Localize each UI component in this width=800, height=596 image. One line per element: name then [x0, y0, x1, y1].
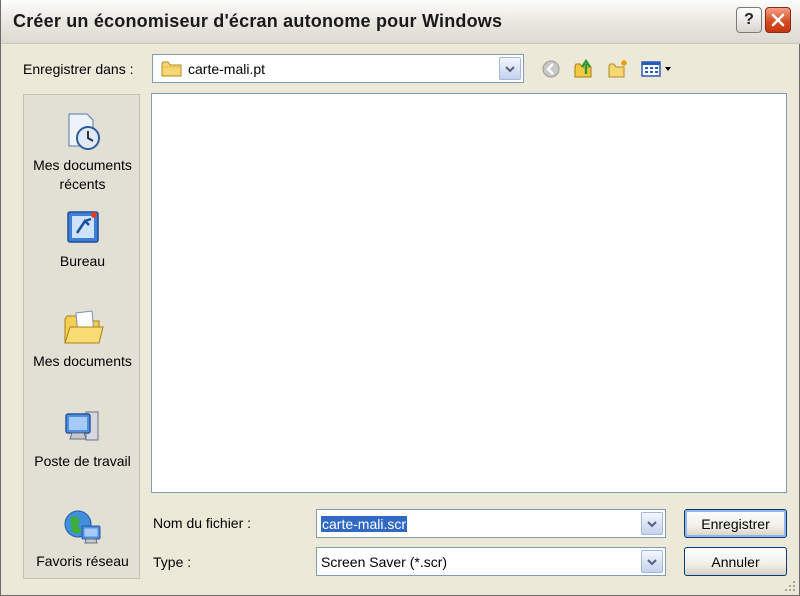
- close-button[interactable]: [765, 7, 791, 33]
- new-folder-icon: [608, 60, 627, 78]
- up-folder-icon: [574, 58, 592, 78]
- help-icon: ?: [744, 11, 754, 28]
- save-in-value: carte-mali.pt: [188, 61, 266, 77]
- cancel-button[interactable]: Annuler: [684, 547, 787, 576]
- view-menu-icon: [641, 61, 671, 77]
- place-label: Poste de travail: [34, 453, 131, 469]
- new-folder-button[interactable]: [605, 57, 631, 81]
- place-network[interactable]: Favoris réseau: [24, 505, 141, 571]
- my-documents-icon: [63, 310, 104, 344]
- view-menu-button[interactable]: [638, 57, 676, 81]
- chevron-down-icon: [505, 65, 515, 72]
- place-label: Mes documents: [33, 353, 132, 369]
- up-folder-button[interactable]: [571, 57, 597, 81]
- place-label: Mes documents récents: [33, 157, 132, 192]
- recent-documents-icon: [68, 113, 100, 150]
- desktop-icon: [66, 211, 99, 243]
- save-in-dropdown[interactable]: carte-mali.pt: [152, 54, 524, 83]
- place-label: Favoris réseau: [36, 553, 129, 569]
- folder-icon: [161, 61, 182, 77]
- save-button[interactable]: Enregistrer: [684, 509, 787, 538]
- title-bar[interactable]: Créer un économiseur d'écran autonome po…: [1, 0, 800, 44]
- filename-label: Nom du fichier :: [153, 515, 252, 531]
- help-button[interactable]: ?: [736, 7, 762, 33]
- type-dropdown-arrow[interactable]: [641, 550, 663, 573]
- network-places-icon: [64, 510, 100, 544]
- save-dialog: Créer un économiseur d'écran autonome po…: [0, 0, 800, 596]
- back-icon: [542, 60, 560, 78]
- filename-dropdown-arrow[interactable]: [641, 512, 663, 535]
- place-my-computer[interactable]: Poste de travail: [24, 405, 141, 471]
- close-icon: [771, 13, 785, 27]
- place-label: Bureau: [59, 253, 106, 269]
- type-dropdown[interactable]: Screen Saver (*.scr): [316, 547, 666, 576]
- save-in-label: Enregistrer dans :: [23, 61, 134, 77]
- chevron-down-icon: [647, 558, 657, 565]
- type-value: Screen Saver (*.scr): [321, 554, 448, 570]
- save-in-dropdown-arrow[interactable]: [499, 57, 521, 80]
- chevron-down-icon: [647, 520, 657, 527]
- my-computer-icon: [64, 411, 98, 441]
- filename-value: carte-mali.scr: [321, 516, 408, 532]
- place-my-documents[interactable]: Mes documents: [24, 305, 141, 371]
- places-bar: Mes documents récents Bureau Mes documen…: [23, 94, 140, 579]
- window-title: Créer un économiseur d'écran autonome po…: [13, 11, 503, 31]
- file-list[interactable]: [151, 93, 787, 493]
- filename-field[interactable]: carte-mali.scr: [316, 509, 666, 538]
- place-recent-documents[interactable]: Mes documents récents: [24, 109, 141, 194]
- resize-grip-icon[interactable]: [783, 579, 797, 593]
- type-label: Type :: [153, 554, 192, 570]
- place-desktop[interactable]: Bureau: [24, 205, 141, 271]
- back-button[interactable]: [538, 57, 564, 81]
